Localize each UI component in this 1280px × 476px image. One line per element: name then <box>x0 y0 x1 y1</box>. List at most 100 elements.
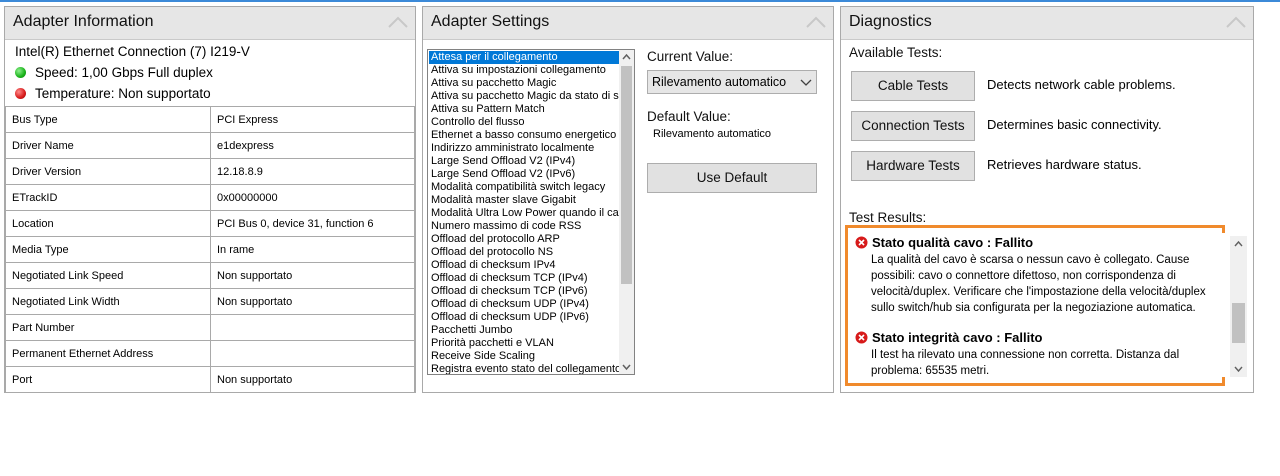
connection-tests-button[interactable]: Connection Tests <box>851 111 975 141</box>
test-results-label: Test Results: <box>849 210 927 225</box>
list-item[interactable]: Large Send Offload V2 (IPv6) <box>429 168 619 181</box>
list-item[interactable]: Indirizzo amministrato localmente <box>429 142 619 155</box>
result-body: La qualità del cavo è scarsa o nessun ca… <box>871 254 1206 314</box>
chevron-up-icon[interactable] <box>805 14 827 30</box>
list-item[interactable]: Attiva su impostazioni collegamento <box>429 64 619 77</box>
connection-tests-description: Determines basic connectivity. <box>987 117 1162 132</box>
temperature-text: Temperature: Non supportato <box>35 86 211 101</box>
property-value-cell <box>210 340 415 367</box>
window-top-accent <box>0 0 1280 2</box>
adapter-settings-header[interactable]: Adapter Settings <box>423 7 833 40</box>
property-name-cell: Location <box>5 210 211 237</box>
table-row: Permanent Ethernet Address <box>5 340 415 367</box>
red-status-icon <box>15 88 26 99</box>
temperature-status: Temperature: Non supportato <box>15 86 211 101</box>
panel-title: Adapter Settings <box>431 13 550 30</box>
list-item[interactable]: Offload del protocollo ARP <box>429 233 619 246</box>
table-row: ETrackID 0x00000000 <box>5 184 415 211</box>
list-item[interactable]: Attesa per il collegamento <box>429 51 619 64</box>
property-value-cell: e1dexpress <box>210 132 415 159</box>
list-item[interactable]: Numero massimo di code RSS <box>429 220 619 233</box>
list-item[interactable]: Modalità master slave Gigabit <box>429 194 619 207</box>
property-name-cell: Driver Name <box>5 132 211 159</box>
adapter-information-header[interactable]: Adapter Information <box>5 7 415 40</box>
list-item[interactable]: Modalità compatibilità switch legacy <box>429 181 619 194</box>
list-item[interactable]: Offload di checksum IPv4 <box>429 259 619 272</box>
current-value-select[interactable]: Rilevamento automatico <box>647 70 817 94</box>
test-results-box[interactable]: Stato qualità cavo : Fallito La qualità … <box>851 233 1227 377</box>
test-results-highlight: Stato qualità cavo : Fallito La qualità … <box>845 225 1227 386</box>
chevron-up-icon[interactable] <box>387 14 409 30</box>
default-value-text: Rilevamento automatico <box>653 128 772 140</box>
properties-listbox[interactable]: Attesa per il collegamento Attiva su impo… <box>427 49 635 375</box>
result-heading: Stato integrità cavo : Fallito <box>855 330 1042 345</box>
property-value-cell: Non supportato <box>210 288 415 315</box>
list-item[interactable]: Attiva su pacchetto Magic da stato di sp <box>429 90 619 103</box>
hardware-tests-button[interactable]: Hardware Tests <box>851 151 975 181</box>
list-item[interactable]: Offload di checksum TCP (IPv6) <box>429 285 619 298</box>
property-name-cell: Negotiated Link Width <box>5 288 211 315</box>
panel-title: Adapter Information <box>13 13 154 30</box>
list-item[interactable]: Large Send Offload V2 (IPv4) <box>429 155 619 168</box>
scroll-thumb[interactable] <box>621 66 632 284</box>
property-name-cell: Bus Type <box>5 106 211 133</box>
properties-scrollbar[interactable] <box>619 50 634 374</box>
cable-tests-button[interactable]: Cable Tests <box>851 71 975 101</box>
property-name-cell: Driver Version <box>5 158 211 185</box>
property-name-cell: Part Number <box>5 314 211 341</box>
error-icon <box>855 236 868 249</box>
diagnostics-header[interactable]: Diagnostics <box>841 7 1253 40</box>
list-item[interactable]: Pacchetti Jumbo <box>429 324 619 337</box>
scroll-down-arrow-icon[interactable] <box>1231 363 1246 375</box>
results-scrollbar[interactable] <box>1230 236 1247 377</box>
scroll-up-arrow-icon[interactable] <box>1231 238 1246 250</box>
table-row: Media Type In rame <box>5 236 415 263</box>
result-heading: Stato qualità cavo : Fallito <box>855 235 1033 250</box>
property-value-cell <box>210 314 415 341</box>
adapter-name: Intel(R) Ethernet Connection (7) I219-V <box>15 44 250 59</box>
list-item[interactable]: Offload di checksum TCP (IPv4) <box>429 272 619 285</box>
property-name-cell: Permanent Ethernet Address <box>5 340 211 367</box>
current-value-label: Current Value: <box>647 49 734 64</box>
table-row: Negotiated Link Width Non supportato <box>5 288 415 315</box>
adapter-information-panel: Adapter Information Intel(R) Ethernet Co… <box>4 6 416 393</box>
hardware-tests-description: Retrieves hardware status. <box>987 157 1142 172</box>
list-item[interactable]: Controllo del flusso <box>429 116 619 129</box>
table-row: Port Non supportato <box>5 366 415 393</box>
panel-title: Diagnostics <box>849 13 932 30</box>
list-item[interactable]: Ethernet a basso consumo energetico <box>429 129 619 142</box>
list-item[interactable]: Attiva su Pattern Match <box>429 103 619 116</box>
chevron-up-icon[interactable] <box>1225 14 1247 30</box>
property-value-cell: In rame <box>210 236 415 263</box>
error-icon <box>855 331 868 344</box>
property-value-cell: Non supportato <box>210 366 415 393</box>
scroll-down-arrow-icon[interactable] <box>619 360 634 374</box>
speed-status: Speed: 1,00 Gbps Full duplex <box>15 65 213 80</box>
list-item[interactable]: Offload di checksum UDP (IPv6) <box>429 311 619 324</box>
list-item[interactable]: Registra evento stato del collegamento <box>429 363 619 374</box>
scroll-up-arrow-icon[interactable] <box>619 50 634 64</box>
property-name-cell: Port <box>5 366 211 393</box>
list-item[interactable]: Priorità pacchetti e VLAN <box>429 337 619 350</box>
property-name-cell: Negotiated Link Speed <box>5 262 211 289</box>
list-item[interactable]: Receive Side Scaling <box>429 350 619 363</box>
list-item[interactable]: Modalità Ultra Low Power quando il cavo <box>429 207 619 220</box>
green-status-icon <box>15 67 26 78</box>
property-value-cell: Non supportato <box>210 262 415 289</box>
table-row: Bus Type PCI Express <box>5 106 415 133</box>
property-value-cell: 12.18.8.9 <box>210 158 415 185</box>
list-item[interactable]: Attiva su pacchetto Magic <box>429 77 619 90</box>
available-tests-label: Available Tests: <box>849 45 943 60</box>
adapter-info-table: Bus Type PCI Express Driver Name e1dexpress… <box>5 106 415 393</box>
property-value-cell: PCI Express <box>210 106 415 133</box>
list-item[interactable]: Offload di checksum UDP (IPv4) <box>429 298 619 311</box>
use-default-button[interactable]: Use Default <box>647 163 817 193</box>
table-row: Negotiated Link Speed Non supportato <box>5 262 415 289</box>
result-body: Il test ha rilevato una connessione non … <box>871 349 1180 377</box>
table-row: Location PCI Bus 0, device 31, function 6 <box>5 210 415 237</box>
scroll-thumb[interactable] <box>1232 303 1245 343</box>
list-item[interactable]: Offload del protocollo NS <box>429 246 619 259</box>
property-name-cell: Media Type <box>5 236 211 263</box>
table-row: Part Number <box>5 314 415 341</box>
property-value-cell: 0x00000000 <box>210 184 415 211</box>
